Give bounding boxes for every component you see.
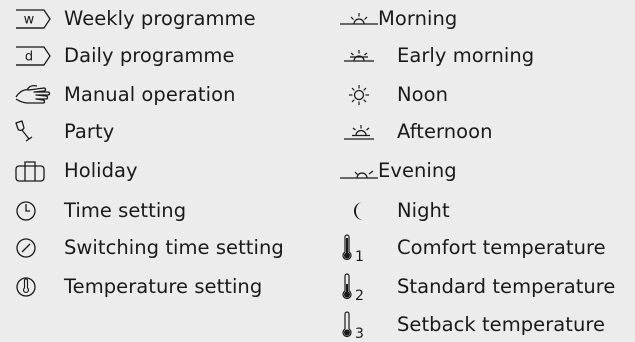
noon-sun-icon bbox=[340, 83, 397, 107]
legend-item-noon: Noon bbox=[340, 80, 448, 110]
legend-item-time-setting: Time setting bbox=[14, 196, 186, 226]
setback-thermometer-icon: 3 bbox=[340, 311, 397, 342]
legend-item-evening: Evening bbox=[340, 156, 457, 186]
legend-label-night: Night bbox=[397, 199, 450, 222]
standard-thermometer-icon: 2 bbox=[340, 273, 397, 304]
legend-label-morning: Morning bbox=[378, 7, 458, 30]
legend-label-switching-time-setting: Switching time setting bbox=[64, 236, 284, 259]
daily-program-icon-letter: d bbox=[25, 50, 33, 65]
switching-time-icon bbox=[14, 236, 64, 260]
morning-sun-icon bbox=[340, 7, 378, 31]
comfort-thermometer-icon: 1 bbox=[340, 234, 397, 265]
clock-icon bbox=[14, 199, 64, 223]
legend-item-manual-operation: Manual operation bbox=[14, 80, 235, 110]
daily-program-icon: d bbox=[14, 45, 64, 67]
legend-label-noon: Noon bbox=[397, 83, 449, 106]
legend-item-early-morning: Early morning bbox=[340, 41, 534, 71]
legend-item-comfort-temperature: 1 Comfort temperature bbox=[340, 233, 606, 265]
legend-item-party: Party bbox=[14, 117, 114, 147]
legend-label-standard-temperature: Standard temperature bbox=[397, 275, 616, 298]
party-glass-icon bbox=[14, 119, 64, 145]
setback-thermometer-subscript: 3 bbox=[355, 325, 364, 342]
legend-label-party: Party bbox=[64, 120, 115, 143]
legend-label-temperature-setting: Temperature setting bbox=[64, 275, 263, 298]
comfort-thermometer-subscript: 1 bbox=[355, 248, 364, 265]
legend-label-holiday: Holiday bbox=[64, 159, 138, 182]
standard-thermometer-subscript: 2 bbox=[355, 287, 364, 304]
legend-item-switching-time-setting: Switching time setting bbox=[14, 233, 284, 263]
weekly-program-icon: w bbox=[14, 8, 64, 30]
legend-label-afternoon: Afternoon bbox=[397, 120, 493, 143]
symbol-legend: w Weekly programme d Daily programme Man… bbox=[0, 0, 635, 342]
legend-label-setback-temperature: Setback temperature bbox=[397, 313, 606, 336]
evening-sun-icon bbox=[340, 159, 378, 183]
legend-label-daily-programme: Daily programme bbox=[64, 44, 235, 67]
legend-label-evening: Evening bbox=[378, 159, 457, 182]
legend-item-night: Night bbox=[340, 196, 450, 226]
night-moon-icon bbox=[340, 199, 397, 223]
thermometer-dial-icon bbox=[14, 275, 64, 299]
holiday-suitcase-icon bbox=[14, 159, 64, 183]
early-morning-sun-icon bbox=[340, 44, 397, 68]
legend-item-setback-temperature: 3 Setback temperature bbox=[340, 310, 606, 342]
legend-item-standard-temperature: 2 Standard temperature bbox=[340, 272, 616, 304]
legend-item-afternoon: Afternoon bbox=[340, 117, 493, 147]
legend-label-early-morning: Early morning bbox=[397, 44, 535, 67]
legend-item-daily-programme: d Daily programme bbox=[14, 41, 235, 71]
manual-hand-icon bbox=[14, 83, 64, 107]
legend-item-morning: Morning bbox=[340, 4, 457, 34]
legend-item-holiday: Holiday bbox=[14, 156, 138, 186]
weekly-program-icon-letter: w bbox=[24, 13, 35, 28]
legend-label-comfort-temperature: Comfort temperature bbox=[397, 236, 606, 259]
legend-label-manual-operation: Manual operation bbox=[64, 83, 236, 106]
legend-item-temperature-setting: Temperature setting bbox=[14, 272, 262, 302]
legend-item-weekly-programme: w Weekly programme bbox=[14, 4, 256, 34]
legend-label-weekly-programme: Weekly programme bbox=[64, 7, 256, 30]
afternoon-sun-icon bbox=[340, 120, 397, 144]
legend-label-time-setting: Time setting bbox=[64, 199, 187, 222]
